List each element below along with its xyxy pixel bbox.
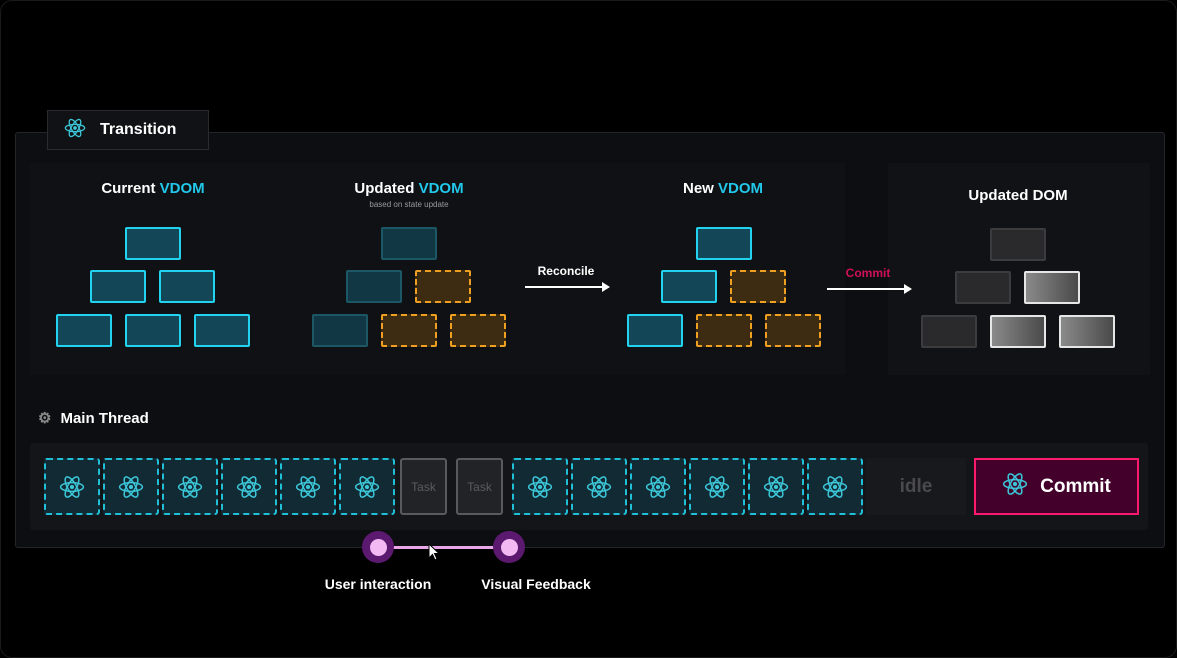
updated-vdom-title: Updated VDOM bbox=[289, 180, 529, 197]
title-highlight: VDOM bbox=[718, 180, 763, 197]
react-work-cell bbox=[339, 458, 395, 515]
react-work-cell bbox=[630, 458, 686, 515]
main-thread-label: Main Thread bbox=[60, 409, 149, 427]
react-work-cell bbox=[221, 458, 277, 515]
dom-tree-node-light bbox=[1024, 271, 1080, 304]
updated-tree-node-updated bbox=[450, 314, 506, 347]
title-highlight: VDOM bbox=[418, 180, 464, 197]
updated-vdom-subtitle: based on state update bbox=[369, 200, 449, 209]
dom-tree-node-light bbox=[990, 315, 1046, 348]
react-icon bbox=[177, 475, 203, 498]
commit-arrow bbox=[827, 284, 912, 294]
current-tree-node-unchanged bbox=[159, 270, 215, 303]
main-thread-header: ⚙ Main Thread bbox=[38, 409, 149, 428]
react-icon bbox=[59, 475, 85, 498]
current-vdom-title: Current VDOM bbox=[33, 180, 273, 197]
react-work-cell bbox=[162, 458, 218, 515]
current-tree-node-unchanged bbox=[194, 314, 250, 347]
new-tree-node-unchanged bbox=[661, 270, 717, 303]
updated-dom-title: Updated DOM bbox=[968, 187, 1068, 204]
react-work-cell bbox=[44, 458, 100, 515]
dom-tree-node-dark bbox=[921, 315, 977, 348]
title-highlight: VDOM bbox=[159, 180, 205, 197]
user-interaction-dot bbox=[362, 531, 394, 563]
transition-tab[interactable]: Transition bbox=[47, 110, 209, 150]
commit-button-label: Commit bbox=[1040, 475, 1111, 497]
react-icon bbox=[704, 475, 730, 498]
react-icon bbox=[822, 475, 848, 498]
react-icon bbox=[236, 475, 262, 498]
dom-tree-node-dark bbox=[990, 228, 1046, 261]
updated-tree-node-stale bbox=[312, 314, 368, 347]
current-tree-node-unchanged bbox=[125, 227, 181, 260]
updated-tree-node-stale bbox=[346, 270, 402, 303]
react-work-cell bbox=[689, 458, 745, 515]
updated-tree-node-updated bbox=[415, 270, 471, 303]
new-tree-node-updated bbox=[730, 270, 786, 303]
tab-label: Transition bbox=[100, 121, 177, 138]
react-icon bbox=[527, 475, 553, 498]
commit-label: Commit bbox=[845, 266, 891, 280]
react-icon bbox=[645, 475, 671, 498]
react-icon bbox=[118, 475, 144, 498]
react-work-cell bbox=[807, 458, 863, 515]
new-tree-node-unchanged bbox=[696, 227, 752, 260]
task-cell: Task bbox=[456, 458, 503, 515]
visual-feedback-label: Visual Feedback bbox=[481, 576, 591, 592]
react-work-cell bbox=[571, 458, 627, 515]
mouse-cursor-icon bbox=[428, 543, 441, 561]
react-work-cell bbox=[748, 458, 804, 515]
user-interaction-label: User interaction bbox=[324, 576, 432, 592]
react-icon bbox=[763, 475, 789, 498]
dom-tree-node-dark bbox=[955, 271, 1011, 304]
timeline-line bbox=[378, 546, 509, 549]
new-tree-node-unchanged bbox=[627, 314, 683, 347]
react-icon bbox=[586, 475, 612, 498]
title-text: Updated bbox=[354, 180, 419, 197]
visual-feedback-dot bbox=[493, 531, 525, 563]
react-icon bbox=[354, 475, 380, 498]
current-tree-node-unchanged bbox=[90, 270, 146, 303]
updated-tree-node-updated bbox=[381, 314, 437, 347]
dom-tree-node-light bbox=[1059, 315, 1115, 348]
idle-block: idle bbox=[866, 458, 966, 515]
react-work-cell bbox=[103, 458, 159, 515]
reconcile-arrow bbox=[525, 282, 610, 292]
title-text: Current bbox=[101, 180, 160, 197]
gear-icon: ⚙ bbox=[38, 410, 52, 427]
task-cell: Task bbox=[400, 458, 447, 515]
new-vdom-title: New VDOM bbox=[603, 180, 843, 197]
new-tree-node-updated bbox=[696, 314, 752, 347]
current-tree-node-unchanged bbox=[56, 314, 112, 347]
commit-button[interactable]: Commit bbox=[974, 458, 1139, 515]
updated-tree-node-stale bbox=[381, 227, 437, 260]
current-tree-node-unchanged bbox=[125, 314, 181, 347]
reconcile-label: Reconcile bbox=[537, 264, 595, 278]
title-text: New bbox=[682, 180, 718, 197]
react-work-cell bbox=[512, 458, 568, 515]
new-tree-node-updated bbox=[765, 314, 821, 347]
react-icon bbox=[1002, 471, 1028, 503]
react-work-cell bbox=[280, 458, 336, 515]
react-icon bbox=[64, 117, 86, 144]
react-icon bbox=[295, 475, 321, 498]
